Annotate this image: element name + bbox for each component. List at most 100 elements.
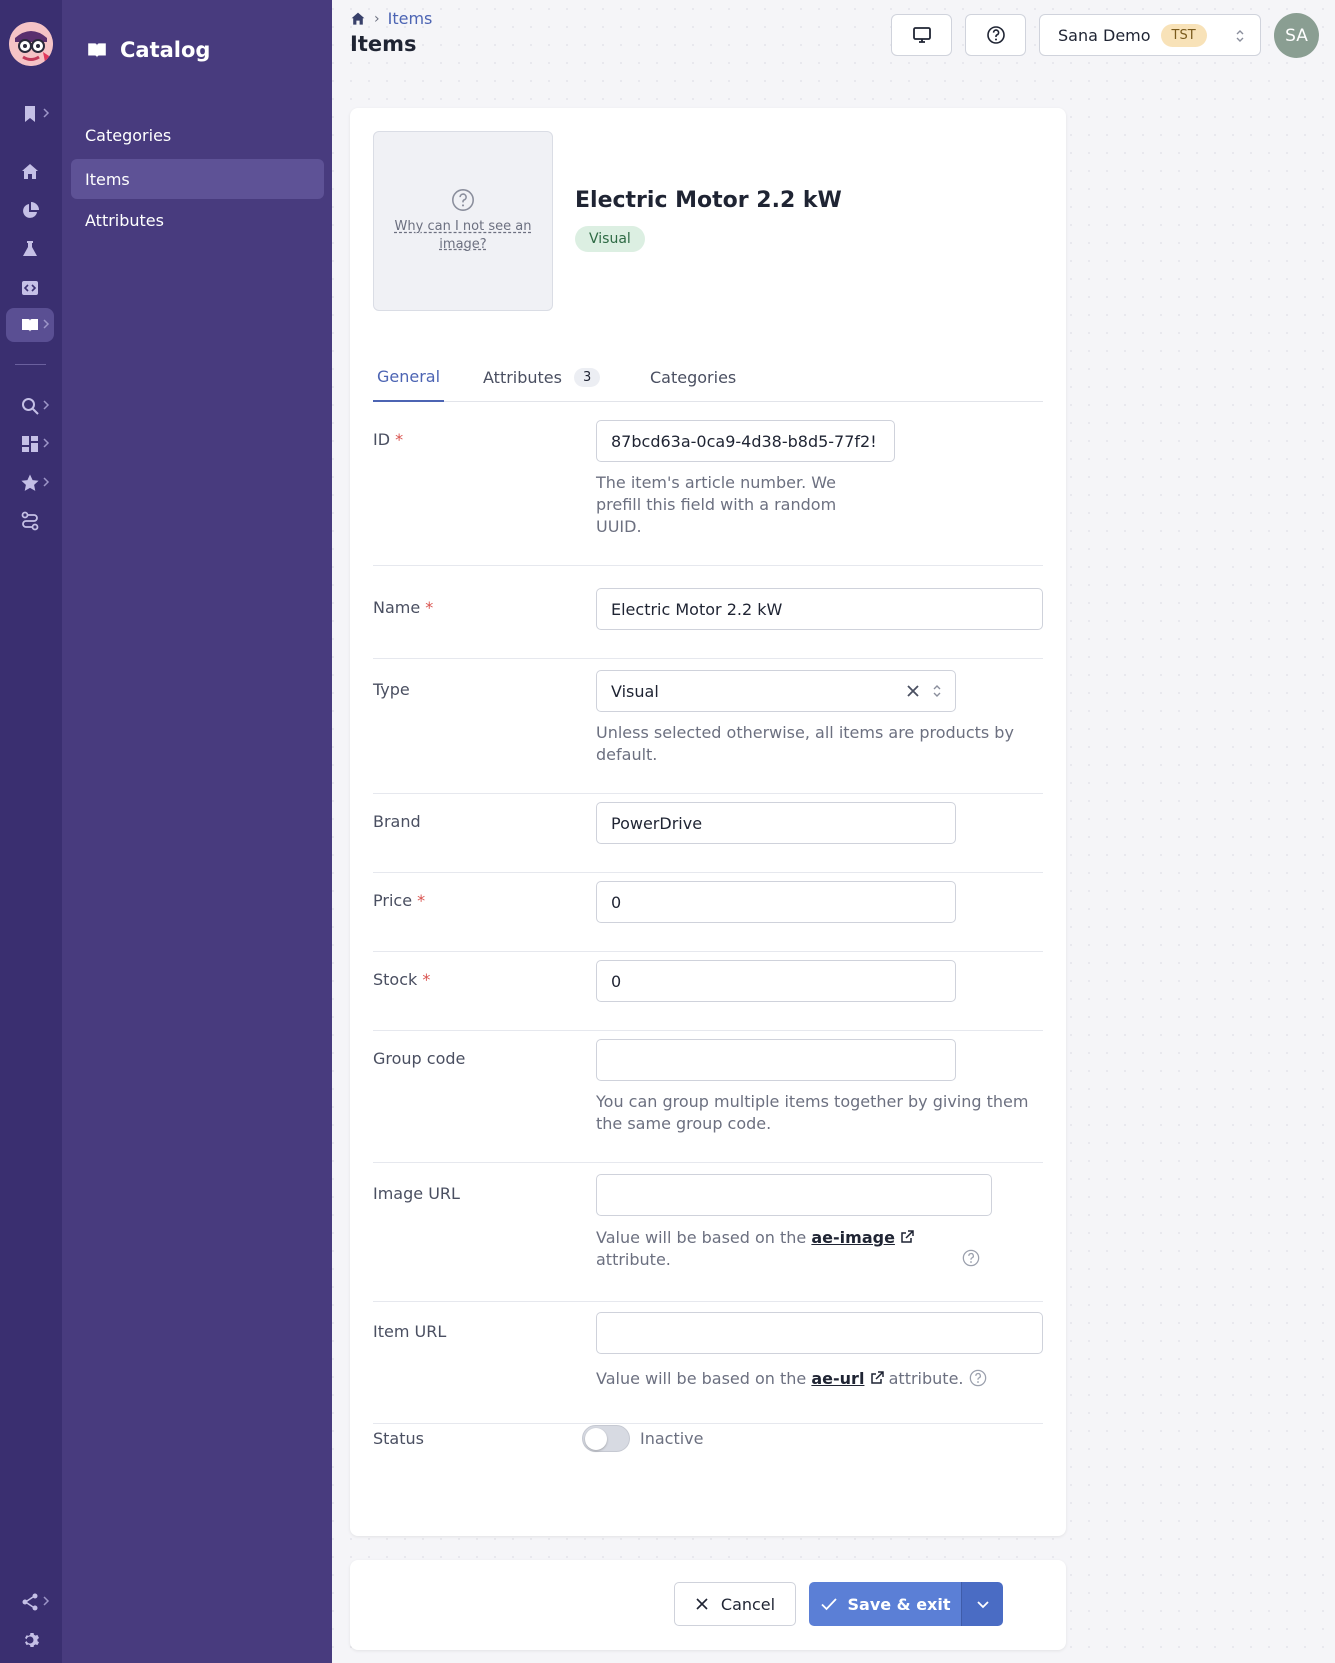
help-circle-icon[interactable] bbox=[969, 1369, 987, 1387]
share-icon bbox=[22, 1593, 38, 1611]
status-toggle-label: Inactive bbox=[640, 1429, 704, 1448]
close-icon[interactable] bbox=[905, 682, 921, 700]
sidebar-title: Catalog bbox=[120, 38, 211, 62]
check-icon bbox=[820, 1598, 837, 1611]
route-icon bbox=[21, 511, 39, 531]
tab-count-badge: 3 bbox=[573, 367, 601, 387]
tab-label: Categories bbox=[650, 367, 737, 387]
sidebar-item-label: Attributes bbox=[85, 210, 164, 230]
bookmark-icon bbox=[25, 106, 35, 122]
cancel-button[interactable]: Cancel bbox=[674, 1582, 796, 1626]
save-and-exit-button[interactable]: Save & exit bbox=[809, 1582, 961, 1626]
sidebar-item-label: Items bbox=[85, 169, 130, 189]
external-link-icon bbox=[870, 1371, 884, 1384]
image-hint-link[interactable]: Why can I not see an image? bbox=[388, 218, 538, 253]
star-icon bbox=[21, 474, 39, 491]
field-label: Type bbox=[373, 680, 410, 699]
avatar[interactable]: SA bbox=[1274, 13, 1319, 58]
name-field[interactable]: Electric Motor 2.2 kW bbox=[596, 588, 1043, 630]
dashboard-icon bbox=[22, 436, 38, 452]
price-field[interactable]: 0 bbox=[596, 881, 956, 923]
app-logo[interactable] bbox=[9, 22, 53, 66]
field-label: Name * bbox=[373, 598, 434, 617]
rail-analytics[interactable] bbox=[6, 194, 54, 228]
code-icon bbox=[22, 281, 38, 295]
chevron-down-icon bbox=[976, 1601, 989, 1609]
chevron-right-icon bbox=[43, 108, 50, 118]
form-row-group-code: Group code You can group multiple items … bbox=[373, 1039, 1043, 1163]
item-form-card: Why can I not see an image? Electric Mot… bbox=[350, 108, 1066, 1536]
icon-rail bbox=[0, 0, 62, 1663]
sidebar-item-items[interactable]: Items bbox=[71, 159, 324, 199]
rail-share[interactable] bbox=[6, 1585, 54, 1619]
rail-catalog[interactable] bbox=[6, 308, 54, 342]
breadcrumb-link-items[interactable]: Items bbox=[388, 9, 433, 28]
book-open-icon bbox=[22, 319, 38, 332]
sidebar-item-attributes[interactable]: Attributes bbox=[71, 200, 324, 240]
help-circle-icon[interactable] bbox=[962, 1249, 980, 1267]
form-row-item-url: Item URL Value will be based on the ae-u… bbox=[373, 1312, 1043, 1424]
rail-routes[interactable] bbox=[6, 504, 54, 538]
rail-home[interactable] bbox=[6, 155, 54, 189]
stock-field[interactable]: 0 bbox=[596, 960, 956, 1002]
tab-categories[interactable]: Categories bbox=[650, 352, 736, 402]
environment-select[interactable]: Sana Demo TST bbox=[1039, 14, 1261, 56]
item-image-placeholder: Why can I not see an image? bbox=[373, 131, 553, 311]
status-toggle[interactable] bbox=[582, 1425, 630, 1452]
save-options-dropdown[interactable] bbox=[961, 1582, 1003, 1626]
field-label: Image URL bbox=[373, 1184, 460, 1203]
id-field[interactable]: 87bcd63a-0ca9-4d38-b8d5-77f2! bbox=[596, 420, 895, 462]
form-row-price: Price * 0 bbox=[373, 881, 1043, 952]
help-circle-icon bbox=[452, 189, 474, 212]
group-code-help-text: You can group multiple items together by… bbox=[596, 1092, 1029, 1133]
type-select[interactable]: Visual bbox=[596, 670, 956, 712]
rail-search[interactable] bbox=[6, 389, 54, 423]
rail-settings[interactable] bbox=[6, 1623, 54, 1657]
field-label: ID * bbox=[373, 430, 404, 449]
external-link-icon bbox=[901, 1230, 914, 1243]
chevron-right-icon bbox=[43, 438, 50, 448]
ae-url-link[interactable]: ae-url bbox=[811, 1369, 864, 1388]
chevron-right-icon bbox=[43, 1596, 50, 1606]
tab-label: General bbox=[377, 366, 441, 386]
item-url-field[interactable] bbox=[596, 1312, 1043, 1354]
tab-general[interactable]: General bbox=[373, 352, 445, 402]
image-url-help-text: Value will be based on the ae-image attr… bbox=[596, 1227, 916, 1271]
breadcrumb-separator: › bbox=[374, 10, 380, 27]
sidebar-heading: Catalog bbox=[86, 38, 210, 62]
rail-bookmark[interactable] bbox=[6, 97, 54, 131]
rail-code[interactable] bbox=[6, 271, 54, 305]
field-label: Price * bbox=[373, 891, 426, 910]
pie-chart-icon bbox=[23, 202, 39, 218]
field-label: Group code bbox=[373, 1049, 466, 1068]
form-row-id: ID * 87bcd63a-0ca9-4d38-b8d5-77f2! The i… bbox=[373, 420, 1043, 566]
ae-image-link[interactable]: ae-image bbox=[811, 1228, 895, 1247]
cancel-button-label: Cancel bbox=[720, 1594, 776, 1614]
page-title: Items bbox=[350, 32, 417, 56]
image-url-field[interactable] bbox=[596, 1174, 992, 1216]
form-actions: Cancel Save & exit bbox=[350, 1560, 1066, 1650]
rail-divider bbox=[15, 364, 46, 365]
sidebar-item-categories[interactable]: Categories bbox=[71, 115, 324, 155]
breadcrumb: › Items bbox=[350, 9, 432, 28]
field-label: Status bbox=[373, 1429, 424, 1448]
tab-bar: General Attributes 3 Categories bbox=[373, 352, 1043, 402]
field-label: Brand bbox=[373, 812, 421, 831]
tab-label: Attributes bbox=[483, 367, 562, 387]
brand-field[interactable]: PowerDrive bbox=[596, 802, 956, 844]
rail-dashboards[interactable] bbox=[6, 427, 54, 461]
rail-experiments[interactable] bbox=[6, 232, 54, 266]
save-button-label: Save & exit bbox=[847, 1594, 951, 1614]
preview-button[interactable] bbox=[891, 14, 952, 56]
form-row-name: Name * Electric Motor 2.2 kW bbox=[373, 588, 1043, 659]
help-button[interactable] bbox=[965, 14, 1026, 56]
group-code-field[interactable] bbox=[596, 1039, 956, 1081]
search-icon bbox=[22, 398, 39, 415]
tab-attributes[interactable]: Attributes 3 bbox=[483, 352, 601, 402]
form-row-stock: Stock * 0 bbox=[373, 960, 1043, 1031]
gear-icon bbox=[25, 1633, 39, 1647]
rail-favorites[interactable] bbox=[6, 466, 54, 500]
form-row-type: Type Visual Unless selected otherwise, a… bbox=[373, 670, 1043, 794]
field-label: Item URL bbox=[373, 1322, 447, 1341]
home-icon[interactable] bbox=[350, 11, 366, 27]
